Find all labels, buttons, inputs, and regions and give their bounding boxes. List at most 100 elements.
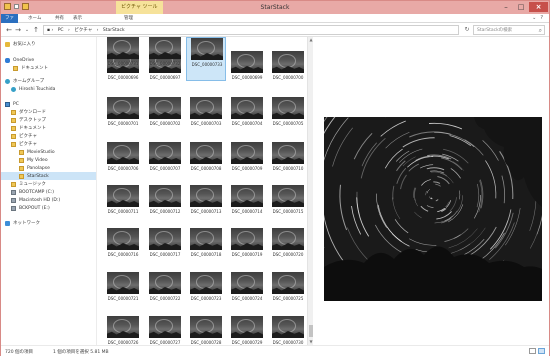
- file-tile[interactable]: DSC_00000713: [186, 185, 226, 229]
- star-trail-arc: [482, 140, 499, 161]
- file-tile[interactable]: DSC_00000719: [227, 228, 267, 272]
- file-tile[interactable]: DSC_00000730: [268, 316, 307, 345]
- nav-item[interactable]: お気に入り: [1, 40, 96, 48]
- image-thumbnail: [149, 272, 181, 294]
- nav-item[interactable]: ミュージック: [1, 180, 96, 188]
- nav-item-label: ピクチャ: [19, 142, 37, 147]
- file-tile[interactable]: DSC_00000707: [145, 142, 185, 186]
- star-trail-arc: [529, 214, 542, 249]
- expand-ribbon-icon[interactable]: ⌄: [532, 15, 536, 21]
- star-trail-arc: [376, 193, 387, 228]
- nav-item[interactable]: ドキュメント: [1, 64, 96, 72]
- file-tile[interactable]: DSC_00000706: [103, 142, 143, 186]
- nav-item[interactable]: PC: [1, 100, 96, 108]
- nav-item[interactable]: BOOTCAMP (C:): [1, 188, 96, 196]
- file-tile[interactable]: DSC_00000721: [103, 272, 143, 316]
- file-tile[interactable]: DSC_00000705: [268, 97, 307, 141]
- back-arrow-icon[interactable]: ←: [5, 26, 13, 34]
- file-tile[interactable]: DSC_00000723: [186, 272, 226, 316]
- tab-home[interactable]: ホーム: [25, 14, 44, 23]
- nav-item[interactable]: ドキュメント: [1, 124, 96, 132]
- file-tile[interactable]: DSC_00000714: [227, 185, 267, 229]
- recent-locations-icon[interactable]: ⌄: [23, 26, 31, 34]
- file-tile[interactable]: DSC_00000729: [227, 316, 267, 345]
- image-thumbnail: [272, 185, 304, 207]
- star-trail-arc: [399, 174, 407, 190]
- tab-view[interactable]: 表示: [70, 14, 85, 23]
- file-name: DSC_00000708: [190, 166, 222, 171]
- help-icon[interactable]: ?: [540, 15, 543, 21]
- maximize-button[interactable]: □: [514, 2, 528, 12]
- explorer-window: ピクチャ ツール StarStack – □ × ファイル ホーム 共有 表示 …: [0, 0, 550, 356]
- nav-item[interactable]: BCKPOUT (E:): [1, 204, 96, 212]
- tab-manage[interactable]: 管理: [121, 14, 136, 23]
- file-tile[interactable]: DSC_00000715: [268, 185, 307, 229]
- file-tile[interactable]: DSC_00000716: [103, 228, 143, 272]
- file-tile[interactable]: DSC_00000703: [186, 97, 226, 141]
- nav-item[interactable]: ホームグループ: [1, 77, 96, 85]
- address-field[interactable]: ▪ › PC › ピクチャ › StarStack: [43, 25, 459, 35]
- file-name: DSC_00000725: [272, 296, 304, 301]
- file-tile[interactable]: DSC_00000731: [103, 37, 143, 81]
- nav-item[interactable]: Macintosh HD (D:): [1, 196, 96, 204]
- nav-item[interactable]: Hiroshi Tsuchida: [1, 85, 96, 93]
- nav-item[interactable]: ダウンロード: [1, 108, 96, 116]
- tab-file[interactable]: ファイル: [1, 14, 18, 30]
- file-tile[interactable]: DSC_00000724: [227, 272, 267, 316]
- file-tile[interactable]: DSC_00000726: [103, 316, 143, 345]
- nav-item[interactable]: ピクチャ: [1, 140, 96, 148]
- file-tile[interactable]: DSC_00000718: [186, 228, 226, 272]
- nav-item[interactable]: MovieStudio: [1, 148, 96, 156]
- scrollbar-thumb[interactable]: [309, 325, 313, 337]
- forward-arrow-icon[interactable]: →: [14, 26, 22, 34]
- breadcrumb-starstack[interactable]: StarStack: [103, 28, 125, 33]
- file-tile[interactable]: DSC_00000727: [145, 316, 185, 345]
- file-tile[interactable]: DSC_00000725: [268, 272, 307, 316]
- image-thumbnail: [231, 272, 263, 294]
- tab-share[interactable]: 共有: [52, 14, 67, 23]
- file-tile[interactable]: DSC_00000709: [227, 142, 267, 186]
- minimize-button[interactable]: –: [499, 2, 513, 12]
- image-thumbnail: [272, 97, 304, 119]
- file-tile[interactable]: DSC_00000728: [186, 316, 226, 345]
- details-view-icon[interactable]: [529, 348, 536, 354]
- file-tile[interactable]: DSC_00000712: [145, 185, 185, 229]
- nav-item[interactable]: OneDrive: [1, 56, 96, 64]
- star-trail-arc: [485, 160, 497, 199]
- folder-icon: [11, 125, 16, 131]
- nav-item[interactable]: デスクトップ: [1, 116, 96, 124]
- file-tile[interactable]: DSC_00000702: [145, 97, 185, 141]
- search-input[interactable]: StarStackの検索 ⌕: [473, 25, 545, 35]
- file-tile[interactable]: DSC_00000711: [103, 185, 143, 229]
- nav-item[interactable]: My Video: [1, 156, 96, 164]
- vertical-scrollbar[interactable]: ▲ ▼: [307, 37, 313, 345]
- nav-item[interactable]: StarStack: [1, 172, 96, 180]
- close-button[interactable]: ×: [529, 2, 548, 12]
- image-thumbnail: [107, 316, 139, 338]
- file-tile[interactable]: DSC_00000701: [103, 97, 143, 141]
- file-tile[interactable]: DSC_00000704: [227, 97, 267, 141]
- nav-item[interactable]: ネットワーク: [1, 219, 96, 227]
- breadcrumb-pictures[interactable]: ピクチャ: [74, 28, 92, 33]
- file-tile[interactable]: DSC_00000732: [145, 37, 185, 81]
- file-tile[interactable]: DSC_00000720: [268, 228, 307, 272]
- star-trail-arc: [392, 197, 401, 220]
- star-trail-arc: [353, 132, 373, 160]
- image-thumbnail: [190, 185, 222, 207]
- file-tile[interactable]: DSC_00000733: [186, 37, 226, 81]
- breadcrumb-pc[interactable]: PC: [58, 28, 64, 33]
- file-tile[interactable]: DSC_00000700: [268, 51, 307, 95]
- nav-item[interactable]: Panolapse: [1, 164, 96, 172]
- group-icon: [11, 86, 16, 92]
- file-tile[interactable]: DSC_00000722: [145, 272, 185, 316]
- nav-item-label: BOOTCAMP (C:): [19, 189, 54, 195]
- nav-item[interactable]: ピクチャ: [1, 132, 96, 140]
- file-tile[interactable]: DSC_00000710: [268, 142, 307, 186]
- file-tile[interactable]: DSC_00000708: [186, 142, 226, 186]
- up-arrow-icon[interactable]: ↑: [32, 26, 40, 34]
- star-trail-arc: [391, 233, 410, 247]
- refresh-icon[interactable]: ↻: [463, 25, 471, 35]
- file-tile[interactable]: DSC_00000717: [145, 228, 185, 272]
- large-icons-view-icon[interactable]: [538, 348, 545, 354]
- file-tile[interactable]: DSC_00000699: [227, 51, 267, 95]
